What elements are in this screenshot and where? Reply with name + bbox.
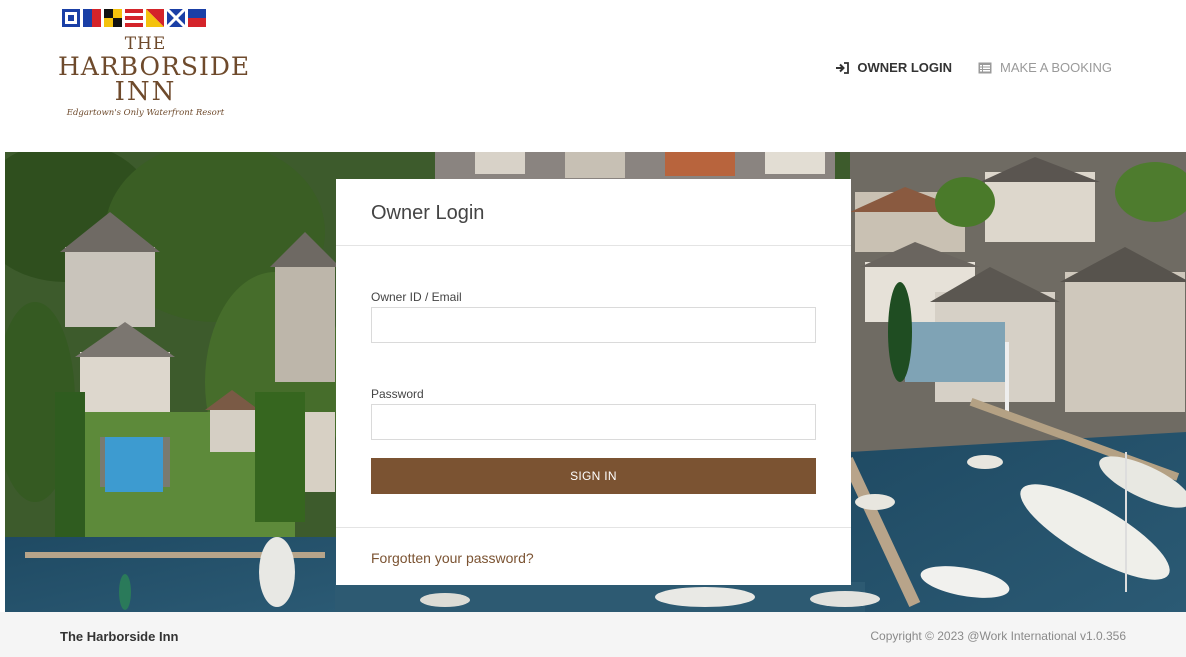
owner-id-label: Owner ID / Email bbox=[371, 290, 462, 304]
password-group: Password bbox=[371, 387, 816, 440]
logo-the: THE bbox=[124, 34, 167, 54]
sign-in-button[interactable]: SIGN IN bbox=[371, 458, 816, 494]
forgot-password-link[interactable]: Forgotten your password? bbox=[371, 550, 534, 566]
nautical-flags-icon bbox=[62, 8, 233, 28]
login-card: Owner Login Owner ID / Email Password SI… bbox=[336, 179, 851, 585]
owner-id-group: Owner ID / Email bbox=[371, 290, 816, 343]
login-form: Owner ID / Email Password SIGN IN bbox=[336, 290, 851, 494]
login-card-footer: Forgotten your password? bbox=[336, 527, 851, 585]
nav-owner-login[interactable]: OWNER LOGIN bbox=[835, 60, 952, 75]
harborside-logo[interactable]: THE HARBORSIDE INN Edgartown's Only Wate… bbox=[58, 8, 249, 126]
site-header: THE HARBORSIDE INN Edgartown's Only Wate… bbox=[0, 0, 1186, 152]
nav-make-booking-label: MAKE A BOOKING bbox=[1000, 60, 1112, 75]
logo-wordmark: THE HARBORSIDE INN Edgartown's Only Wate… bbox=[58, 34, 249, 118]
list-icon bbox=[978, 61, 992, 75]
login-title: Owner Login bbox=[371, 202, 485, 224]
footer-copyright: Copyright © 2023 @Work International v1.… bbox=[870, 629, 1126, 643]
footer-brand-name: The Harborside Inn bbox=[60, 629, 179, 644]
nav-make-booking[interactable]: MAKE A BOOKING bbox=[978, 60, 1112, 75]
password-input[interactable] bbox=[371, 404, 816, 440]
nav-owner-login-label: OWNER LOGIN bbox=[857, 60, 953, 75]
site-footer: The Harborside Inn Copyright © 2023 @Wor… bbox=[0, 612, 1186, 657]
logo-inn: INN bbox=[114, 77, 177, 107]
login-card-header: Owner Login bbox=[336, 179, 851, 246]
top-nav: OWNER LOGIN MAKE A BOOKING bbox=[835, 60, 1112, 75]
logo-tagline: Edgartown's Only Waterfront Resort bbox=[66, 108, 225, 118]
password-label: Password bbox=[371, 387, 424, 401]
sign-in-icon bbox=[835, 61, 850, 75]
owner-id-input[interactable] bbox=[371, 307, 816, 343]
